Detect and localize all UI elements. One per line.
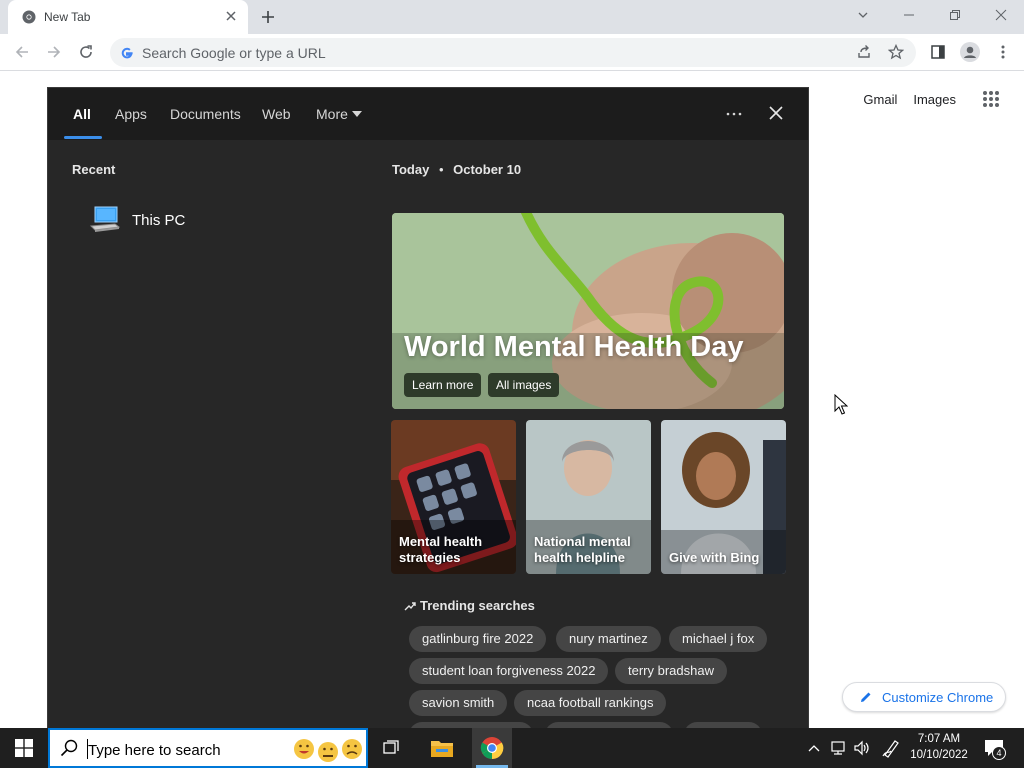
caret-down-icon (352, 111, 362, 117)
share-icon[interactable] (856, 44, 872, 60)
chrome-taskbar-button[interactable] (472, 728, 512, 768)
address-input[interactable] (142, 42, 822, 63)
images-link[interactable]: Images (913, 92, 956, 107)
recent-heading: Recent (72, 162, 116, 177)
customize-chrome-button[interactable]: Customize Chrome (842, 682, 1006, 712)
card-national-helpline[interactable]: National mental health helpline (526, 420, 651, 574)
tab-search-icon[interactable] (840, 0, 886, 30)
search-panel-body: Recent This PC Today • October 10 World … (48, 140, 808, 748)
card-label: National mental health helpline (534, 534, 631, 565)
notification-count-badge: 4 (992, 746, 1006, 760)
customize-label: Customize Chrome (882, 690, 994, 705)
trending-chip[interactable]: ncaa football rankings (514, 690, 667, 716)
profile-avatar-icon[interactable] (960, 42, 980, 62)
taskbar-search-box[interactable] (48, 728, 368, 768)
show-hidden-icons-icon[interactable] (806, 736, 822, 760)
active-tab-indicator (64, 136, 102, 139)
computer-icon (90, 206, 120, 234)
system-clock[interactable]: 7:07 AM 10/10/2022 (906, 731, 972, 763)
apps-grid-icon[interactable] (982, 90, 1000, 108)
trending-chip[interactable]: terry bradshaw (615, 658, 727, 684)
chrome-taskbar-icon (480, 736, 504, 760)
card-label: Give with Bing (669, 550, 760, 565)
bullet: • (438, 162, 444, 177)
trending-chip[interactable]: savion smith (409, 690, 508, 716)
close-tab-icon[interactable] (224, 9, 238, 23)
reload-icon[interactable] (76, 42, 96, 62)
highlight-hero-card[interactable]: World Mental Health Day Learn more All i… (392, 213, 784, 409)
card-mental-health-strategies[interactable]: Mental health strategies (391, 420, 516, 574)
hero-title: World Mental Health Day (404, 331, 744, 363)
pencil-icon (859, 690, 873, 704)
all-images-button[interactable]: All images (488, 373, 560, 397)
pen-workspace-icon[interactable] (880, 736, 902, 760)
tab-more[interactable]: More (316, 106, 348, 122)
date-value: October 10 (453, 162, 522, 177)
trending-label: Trending searches (420, 598, 535, 613)
address-bar[interactable] (110, 38, 916, 67)
file-explorer-icon[interactable] (430, 736, 454, 760)
trending-chip[interactable]: michael j fox (669, 626, 768, 652)
trending-heading: Trending searches (404, 598, 535, 613)
date-prefix: Today (392, 162, 430, 177)
new-tab-icon[interactable] (258, 7, 278, 27)
more-options-icon[interactable] (726, 112, 742, 116)
tab-web[interactable]: Web (262, 106, 291, 122)
search-scope-tabs: All Apps Documents Web More (48, 88, 808, 140)
task-view-icon[interactable] (380, 736, 404, 760)
tab-strip: New Tab (0, 0, 1024, 34)
minimize-icon[interactable] (886, 0, 932, 30)
clock-time: 7:07 AM (917, 733, 961, 745)
tab-all[interactable]: All (73, 106, 91, 122)
chrome-icon (22, 10, 36, 24)
windows-search-panel: All Apps Documents Web More Recent This … (47, 87, 809, 748)
clock-date: 10/10/2022 (910, 749, 968, 761)
google-icon (120, 46, 134, 60)
tab-title: New Tab (44, 10, 91, 24)
close-panel-icon[interactable] (769, 106, 783, 120)
card-label: Mental health strategies (399, 534, 483, 565)
menu-kebab-icon[interactable] (993, 42, 1013, 62)
tab-more-label: More (316, 106, 348, 122)
date-header: Today • October 10 (392, 162, 521, 177)
windows-start-icon[interactable] (12, 736, 36, 760)
tab-new-tab[interactable]: New Tab (8, 0, 248, 34)
trending-chip[interactable]: gatlinburg fire 2022 (409, 626, 547, 652)
close-window-icon[interactable] (978, 0, 1024, 30)
restore-icon[interactable] (932, 0, 978, 30)
trending-chip[interactable]: nury martinez (556, 626, 661, 652)
tab-apps[interactable]: Apps (115, 106, 147, 122)
taskbar: 7:07 AM 10/10/2022 4 (0, 728, 1024, 768)
forward-icon[interactable] (44, 42, 64, 62)
mouse-cursor-icon (834, 394, 848, 416)
tab-documents[interactable]: Documents (170, 106, 241, 122)
search-icon (60, 739, 78, 757)
browser-toolbar (0, 34, 1024, 71)
side-panel-icon[interactable] (928, 42, 948, 62)
back-icon[interactable] (12, 42, 32, 62)
recent-item-this-pc[interactable]: This PC (90, 206, 230, 236)
volume-icon[interactable] (852, 736, 872, 760)
trending-chip[interactable]: student loan forgiveness 2022 (409, 658, 609, 684)
trending-arrow-icon (404, 601, 416, 611)
network-icon[interactable] (828, 736, 848, 760)
bookmark-star-icon[interactable] (888, 44, 904, 60)
gmail-link[interactable]: Gmail (863, 92, 897, 107)
emoji-search-highlight-icon (290, 736, 366, 764)
this-pc-label: This PC (132, 212, 186, 229)
learn-more-button[interactable]: Learn more (404, 373, 482, 397)
card-give-with-bing[interactable]: Give with Bing (661, 420, 786, 574)
taskbar-search-input[interactable] (88, 740, 278, 760)
